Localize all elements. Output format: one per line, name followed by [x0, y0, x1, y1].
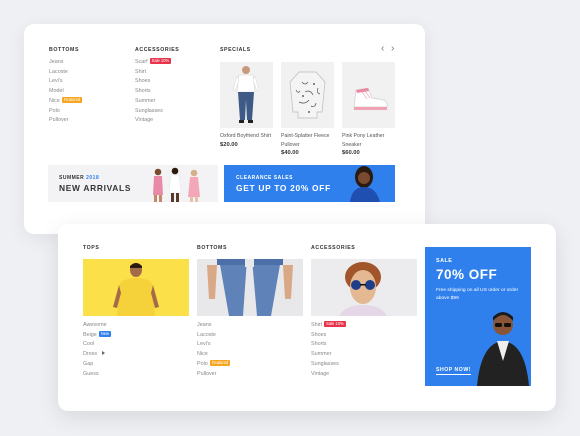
menu-link-lacoste[interactable]: Lacoste [197, 331, 230, 341]
new-arrivals-banner[interactable]: Summer 2018 New Arrivals [48, 165, 218, 202]
model-sunglasses-icon [339, 262, 387, 316]
bottoms-heading: Bottoms [197, 245, 228, 251]
menu-link-levis[interactable]: Levi's [49, 77, 82, 87]
menu-link-summer[interactable]: Summer [135, 97, 171, 107]
submenu-arrow-icon [102, 351, 106, 356]
sale-badge: Sale 10% [324, 321, 346, 327]
tops-heading: Tops [83, 245, 100, 251]
banner-season: Summer 2018 [59, 175, 99, 181]
sale-promo-panel[interactable]: Sale 70% off Free shipping on all US ord… [425, 247, 531, 386]
tops-list: Awesome Beige New Cool Dress Gap Guess [83, 321, 111, 379]
model-yellow-tshirt-icon [113, 263, 159, 316]
specials-heading: Specials [220, 47, 251, 53]
banner-title: Get up to 20% off [236, 183, 331, 193]
accessories-list: Scarf Sale 10% Shirt Shoes Shorts Summer … [135, 58, 172, 126]
banner-title: New Arrivals [59, 183, 132, 193]
sale-description: Free shipping on all US order or order a… [436, 288, 519, 302]
product-image-pullover[interactable] [281, 62, 334, 128]
product-name[interactable]: Paint-Splatter Fleece Pullover [281, 132, 334, 149]
menu-link-label: Beige [83, 331, 97, 338]
menu-link-pullover[interactable]: Pullover [49, 116, 82, 126]
model-shirt-icon [232, 66, 260, 123]
menu-link-cool[interactable]: Cool [83, 340, 111, 350]
bottoms-image[interactable] [197, 259, 303, 316]
product-card[interactable]: Oxford Boyfriend Shirt $20.00 [220, 62, 273, 149]
menu-link-scarf[interactable]: Scarf Sale 10% [135, 58, 172, 68]
product-price: $60.00 [342, 150, 360, 157]
new-badge: New [98, 330, 111, 337]
product-image-shirt[interactable] [220, 62, 273, 128]
menu-link-vintage[interactable]: Vintage [311, 370, 346, 380]
menu-link-shorts[interactable]: Shorts [135, 87, 171, 97]
product-price: $20.00 [220, 141, 238, 148]
menu-link-label: Shirt [311, 322, 323, 328]
featured-badge: Featured [61, 96, 83, 103]
menu-link-dress[interactable]: Dress [83, 350, 111, 360]
product-name[interactable]: Pink Pony Leather Sneaker [342, 132, 395, 149]
menu-link-lacoste[interactable]: Lacoste [49, 68, 82, 78]
menu-link-awesome[interactable]: Awesome [83, 321, 111, 331]
carousel-next-arrow-icon[interactable]: › [391, 43, 394, 54]
banner-subtitle: Clearance Sales [236, 175, 293, 181]
menu-link-guess[interactable]: Guess [83, 370, 111, 380]
menu-link-sunglasses[interactable]: Sunglasses [135, 107, 171, 117]
menu-link-summer[interactable]: Summer [311, 350, 346, 360]
product-price: $40.00 [281, 150, 299, 157]
banner-year: 2018 [86, 175, 100, 181]
menu-link-shirt[interactable]: Shirt [135, 68, 171, 78]
model-woman-icon [350, 166, 380, 202]
menu-link-shoes[interactable]: Shoes [135, 77, 171, 87]
jeans-icon [207, 259, 293, 316]
menu-link-sunglasses[interactable]: Sunglasses [311, 360, 346, 370]
menu-link-nice[interactable]: Nice Featured [49, 96, 83, 107]
clearance-sales-banner[interactable]: Clearance Sales Get up to 20% off [224, 165, 395, 202]
bottoms-list: Jeans Lacoste Levi's Model Nice Featured … [49, 58, 83, 126]
banner-season-label: Summer [59, 175, 85, 181]
accessories-heading: Accessories [311, 245, 356, 251]
product-name[interactable]: Oxford Boyfriend Shirt [220, 132, 273, 141]
mega-menu-specials: Bottoms Jeans Lacoste Levi's Model Nice F… [24, 24, 425, 234]
menu-link-shoes[interactable]: Shoes [311, 331, 346, 341]
menu-link-polo[interactable]: Polo [49, 107, 82, 117]
menu-link-pullover[interactable]: Pullover [197, 370, 230, 380]
menu-link-label: Dress [83, 351, 98, 358]
menu-link-label: Polo [197, 360, 208, 367]
product-card[interactable]: Pink Pony Leather Sneaker $60.00 [342, 62, 395, 157]
menu-link-gap[interactable]: Gap [83, 360, 111, 370]
sale-badge: Sale 10% [149, 58, 172, 64]
mega-menu-sale: Tops Awesome Beige New Cool Dress Gap Gue… [58, 224, 556, 411]
menu-link-jeans[interactable]: Jeans [49, 58, 82, 68]
bottoms-heading: Bottoms [49, 47, 80, 53]
accessories-heading: Accessories [135, 47, 180, 53]
menu-link-nice[interactable]: Nice [197, 350, 230, 360]
menu-link-model[interactable]: Model [49, 87, 82, 97]
featured-badge: Featured [209, 359, 231, 366]
pullover-icon [289, 71, 326, 119]
models-group-icon [153, 167, 200, 202]
menu-link-polo[interactable]: Polo Featured [197, 359, 231, 370]
carousel-prev-arrow-icon[interactable]: ‹ [381, 43, 384, 54]
bottoms-list: Jeans Lacoste Levi's Nice Polo Featured P… [197, 321, 231, 380]
menu-link-jeans[interactable]: Jeans [197, 321, 230, 331]
model-man-sunglasses-icon [477, 312, 529, 386]
tops-image[interactable] [83, 259, 189, 316]
sneaker-icon [353, 87, 388, 110]
sale-label: Sale [436, 258, 453, 264]
shop-now-button[interactable]: Shop now! [436, 367, 471, 375]
product-image-sneaker[interactable] [342, 62, 395, 128]
menu-link-beige[interactable]: Beige New [83, 330, 111, 341]
product-card[interactable]: Paint-Splatter Fleece Pullover $40.00 [281, 62, 334, 157]
sale-title: 70% off [436, 267, 498, 282]
menu-link-shorts[interactable]: Shorts [311, 340, 346, 350]
menu-link-shirt[interactable]: Shirt Sale 10% [311, 321, 346, 331]
accessories-image[interactable] [311, 259, 417, 316]
menu-link-vintage[interactable]: Vintage [135, 116, 171, 126]
accessories-list: Shirt Sale 10% Shoes Shorts Summer Sungla… [311, 321, 346, 379]
menu-link-levis[interactable]: Levi's [197, 340, 230, 350]
menu-link-label: Scarf [135, 59, 148, 65]
menu-link-label: Nice [49, 97, 60, 104]
